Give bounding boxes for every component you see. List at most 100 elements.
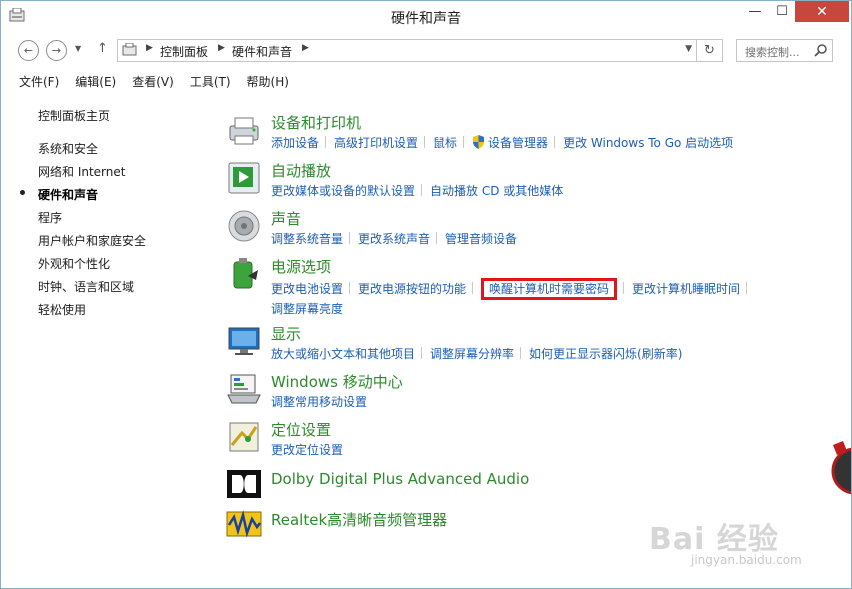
link-add-device[interactable]: 添加设备 (271, 134, 319, 152)
link-separator (325, 136, 327, 148)
maximize-button[interactable]: ☐ (769, 1, 795, 22)
link-device-manager[interactable]: 设备管理器 (488, 134, 548, 152)
navigation-bar: ← → ▼ ↑ ▶ 控制面板 ▶ 硬件和声音 ▶ ▼ ↻ 搜索控制... (1, 32, 851, 68)
link-text-size[interactable]: 放大或缩小文本和其他项目 (271, 345, 415, 363)
back-button[interactable]: ← (18, 40, 39, 61)
mobility-center-icon[interactable] (226, 371, 262, 407)
category-title-location-settings[interactable]: 定位设置 (271, 419, 331, 440)
link-change-battery-settings[interactable]: 更改电池设置 (271, 280, 343, 298)
link-manage-audio-devices[interactable]: 管理音频设备 (445, 230, 517, 248)
menu-tools[interactable]: 工具(T) (190, 68, 231, 93)
link-refresh-rate[interactable]: 如何更正显示器闪烁(刷新率) (529, 345, 682, 363)
category-title-sound[interactable]: 声音 (271, 208, 301, 229)
search-box[interactable]: 搜索控制... (736, 39, 833, 62)
printer-icon[interactable] (226, 112, 262, 148)
sidebar-item-hardware-sound[interactable]: 硬件和声音 (38, 186, 98, 203)
link-windows-to-go[interactable]: 更改 Windows To Go 启动选项 (563, 134, 733, 152)
sidebar-item-user-accounts[interactable]: 用户帐户和家庭安全 (38, 232, 146, 249)
category-links: 更改定位设置 (271, 441, 811, 459)
sidebar-item-network[interactable]: 网络和 Internet (38, 163, 125, 180)
menu-view[interactable]: 查看(V) (132, 68, 174, 93)
location-icon[interactable] (226, 419, 262, 455)
forward-button[interactable]: → (46, 40, 67, 61)
sidebar-item-programs[interactable]: 程序 (38, 209, 62, 226)
sidebar: 控制面板主页 系统和安全 网络和 Internet 硬件和声音 程序 用户帐户和… (1, 93, 211, 588)
link-screen-resolution[interactable]: 调整屏幕分辨率 (430, 345, 514, 363)
display-icon[interactable] (226, 323, 262, 359)
sidebar-item-clock-region[interactable]: 时钟、语言和区域 (38, 278, 134, 295)
baidu-watermark: Bai 经验 (649, 522, 779, 557)
sidebar-item-appearance[interactable]: 外观和个性化 (38, 255, 110, 272)
category-links: 调整常用移动设置 (271, 393, 811, 411)
category-links: 添加设备 高级打印机设置 鼠标 设备管理器 更改 Windows To Go 启动选项 (271, 134, 811, 152)
uac-shield-icon (473, 135, 485, 149)
realtek-icon[interactable] (226, 509, 262, 539)
link-separator (623, 282, 625, 294)
up-button[interactable]: ↑ (97, 41, 108, 56)
link-separator (349, 232, 351, 244)
close-button[interactable]: ✕ (795, 1, 849, 22)
category-title-realtek[interactable]: Realtek高清晰音频管理器 (271, 509, 447, 530)
breadcrumb-control-panel[interactable]: 控制面板 (160, 43, 208, 60)
link-separator (472, 282, 474, 294)
chevron-right-icon[interactable]: ▶ (146, 43, 153, 53)
sidebar-item-home[interactable]: 控制面板主页 (38, 107, 110, 124)
address-bar[interactable]: ▶ 控制面板 ▶ 硬件和声音 ▶ ▼ ↻ (117, 39, 723, 62)
title-bar[interactable]: 硬件和声音 — ☐ ✕ (1, 1, 851, 32)
link-mobility-settings[interactable]: 调整常用移动设置 (271, 393, 367, 411)
link-separator (746, 282, 748, 294)
recent-locations-dropdown[interactable]: ▼ (75, 44, 81, 53)
link-power-button-function[interactable]: 更改电源按钮的功能 (358, 280, 466, 298)
link-mouse[interactable]: 鼠标 (433, 134, 457, 152)
link-adjust-brightness[interactable]: 调整屏幕亮度 (271, 300, 343, 318)
category-title-power-options[interactable]: 电源选项 (271, 256, 331, 277)
chevron-right-icon[interactable]: ▶ (218, 43, 225, 53)
category-title-display[interactable]: 显示 (271, 323, 301, 344)
link-change-system-sounds[interactable]: 更改系统声音 (358, 230, 430, 248)
menu-bar: 文件(F) 编辑(E) 查看(V) 工具(T) 帮助(H) (1, 68, 851, 93)
category-links: 放大或缩小文本和其他项目 调整屏幕分辨率 如何更正显示器闪烁(刷新率) (271, 345, 811, 363)
menu-edit[interactable]: 编辑(E) (75, 68, 116, 93)
link-change-sleep-time[interactable]: 更改计算机睡眠时间 (632, 280, 740, 298)
floating-badge-icon[interactable] (831, 441, 852, 501)
control-panel-location-icon (122, 43, 137, 56)
speaker-icon[interactable] (226, 208, 262, 244)
menu-help[interactable]: 帮助(H) (247, 68, 289, 93)
category-title-autoplay[interactable]: 自动播放 (271, 160, 331, 181)
refresh-button[interactable]: ↻ (696, 40, 722, 61)
link-separator (554, 136, 556, 148)
link-require-password-on-wakeup[interactable]: 唤醒计算机时需要密码 (489, 282, 609, 296)
menu-file[interactable]: 文件(F) (19, 68, 59, 93)
link-separator (421, 184, 423, 196)
category-links: 更改媒体或设备的默认设置 自动播放 CD 或其他媒体 (271, 182, 811, 200)
link-separator (421, 347, 423, 359)
link-separator (463, 136, 465, 148)
dolby-icon[interactable] (226, 469, 262, 499)
sidebar-item-system-security[interactable]: 系统和安全 (38, 140, 98, 157)
category-title-mobility-center[interactable]: Windows 移动中心 (271, 371, 403, 392)
link-separator (424, 136, 426, 148)
baidu-watermark-url: jingyan.baidu.com (691, 553, 802, 567)
link-change-default-media-settings[interactable]: 更改媒体或设备的默认设置 (271, 182, 415, 200)
category-title-dolby[interactable]: Dolby Digital Plus Advanced Audio (271, 470, 529, 488)
chevron-down-icon[interactable]: ▼ (685, 44, 692, 54)
minimize-button[interactable]: — (741, 1, 769, 22)
category-links: 更改电池设置 更改电源按钮的功能 唤醒计算机时需要密码 更改计算机睡眠时间调整屏幕亮度 (271, 278, 811, 318)
link-autoplay-cd[interactable]: 自动播放 CD 或其他媒体 (430, 182, 563, 200)
breadcrumb-hardware-sound[interactable]: 硬件和声音 (232, 43, 292, 60)
highlight-box: 唤醒计算机时需要密码 (481, 278, 618, 300)
search-input[interactable]: 搜索控制... (745, 44, 800, 60)
sidebar-item-ease-of-access[interactable]: 轻松使用 (38, 301, 86, 318)
category-links: 调整系统音量 更改系统声音 管理音频设备 (271, 230, 811, 248)
category-title-devices-printers[interactable]: 设备和打印机 (271, 112, 361, 133)
chevron-right-icon[interactable]: ▶ (302, 43, 309, 53)
current-item-bullet (20, 190, 25, 195)
autoplay-icon[interactable] (226, 160, 262, 196)
window-title: 硬件和声音 (391, 11, 461, 27)
link-adjust-volume[interactable]: 调整系统音量 (271, 230, 343, 248)
control-panel-window: 硬件和声音 — ☐ ✕ ← → ▼ ↑ ▶ 控制面板 ▶ 硬件和声音 ▶ ▼ ↻… (0, 0, 852, 589)
battery-icon[interactable] (226, 256, 262, 292)
link-advanced-printer-setup[interactable]: 高级打印机设置 (334, 134, 418, 152)
link-change-location-settings[interactable]: 更改定位设置 (271, 441, 343, 459)
search-icon[interactable] (814, 43, 828, 57)
